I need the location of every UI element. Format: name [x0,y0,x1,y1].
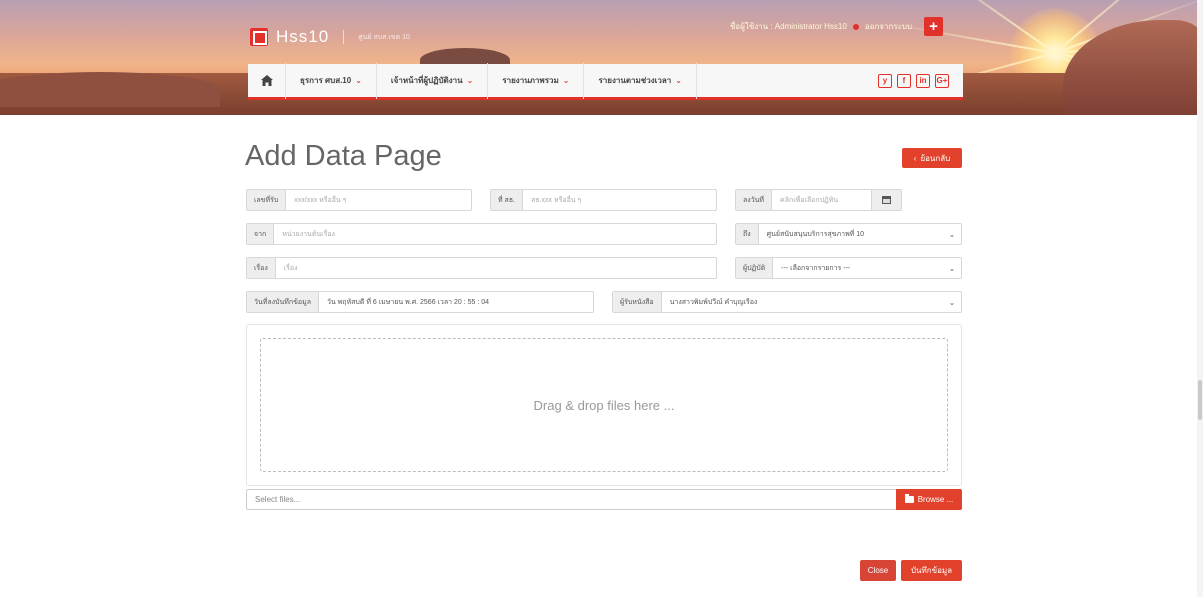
ref-no-label: ที่ สธ. [491,190,524,210]
receive-no-field: เลขที่รับ xxx/xxx หรืออื่น ๆ [246,189,472,211]
to-label: ถึง [736,224,759,244]
rock-graphic [0,72,220,107]
date-label: ลงวันที่ [736,190,773,210]
add-button[interactable]: + [924,17,944,36]
officer-select[interactable]: --- เลือกจากรายการ --- [773,258,943,278]
social-links: y f in G+ [878,73,963,88]
brand-divider [343,30,345,44]
file-dropzone[interactable]: Drag & drop files here ... [260,338,948,472]
calendar-icon [882,196,891,204]
folder-open-icon [904,494,914,503]
browse-button-label: Browse ... [917,495,954,504]
close-button[interactable]: Close [860,560,896,581]
nav-item-overview-report[interactable]: รายงานภาพรวม ⌄ [488,62,585,99]
to-field[interactable]: ถึง ศูนย์สนับสนุนบริการสุขภาพที่ 10 ⌄ [735,223,962,245]
nav-home[interactable] [248,62,286,99]
ref-no-field: ที่ สธ. สธ.xxx หรืออื่น ๆ [490,189,717,211]
brand-subtitle: ศูนย์ สบส.เขต 10 [358,33,410,41]
logout-icon[interactable] [852,23,859,30]
save-button[interactable]: บันทึกข้อมูล [901,560,962,581]
ref-no-input[interactable]: สธ.xxx หรืออื่น ๆ [523,190,716,210]
upload-panel: Drag & drop files here ... [246,324,962,486]
officer-label: ผู้ปฏิบัติ [736,258,774,278]
file-caption-text: Select files... [255,495,301,504]
home-icon [260,75,273,86]
from-field: จาก หน่วยงานต้นเรื่อง [246,223,717,245]
subject-input[interactable]: เรื่อง [276,258,716,278]
header-banner: Hss10 ศูนย์ สบส.เขต 10 ชื่อผู้ใช้งาน : A… [0,0,1203,115]
receiver-field[interactable]: ผู้รับหนังสือ นางสาวพิมพ์ปวีณ์ คำบุญเรือ… [612,291,962,313]
file-caption-input[interactable]: Select files... [246,489,896,510]
date-input[interactable]: คลิกเพื่อเลือกปฏิทิน [772,190,871,210]
chevron-left-icon: ‹ [913,153,917,163]
officer-field[interactable]: ผู้ปฏิบัติ --- เลือกจากรายการ --- ⌄ [735,257,962,279]
dropzone-text: Drag & drop files here ... [533,397,675,413]
chevron-down-icon: ⌄ [675,76,682,85]
nav-item-label: ธุรการ ศบส.10 [300,76,352,85]
brand-name: Hss10 [276,27,330,46]
brand-logo-icon [250,28,268,46]
page-title: Add Data Page [245,140,442,172]
linkedin-icon[interactable]: in [916,73,930,88]
date-field: ลงวันที่ คลิกเพื่อเลือกปฏิทิน [735,189,902,211]
record-date-label: วันที่ลงบันทึกข้อมูล [247,292,320,312]
back-button-label: ย้อนกลับ [920,153,951,163]
record-date-field: วันที่ลงบันทึกข้อมูล วัน พฤหัสบดี ที่ 6 … [246,291,594,313]
user-label: ชื่อผู้ใช้งาน : Administrator Hss10 [730,22,847,31]
page-scrollbar[interactable] [1197,0,1203,597]
nav-item-period-report[interactable]: รายงานตามช่วงเวลา ⌄ [584,62,697,99]
twitter-icon[interactable]: y [878,73,892,88]
receive-no-label: เลขที่รับ [247,190,287,210]
chevron-down-icon: ⌄ [466,76,474,85]
subject-label: เรื่อง [247,258,276,278]
subject-field: เรื่อง เรื่อง [246,257,717,279]
record-date-value: วัน พฤหัสบดี ที่ 6 เมษายน พ.ศ. 2566 เวลา… [327,298,490,306]
facebook-icon[interactable]: f [897,73,911,88]
receive-no-input[interactable]: xxx/xxx หรืออื่น ๆ [286,190,471,210]
nav-item-admin[interactable]: ธุรการ ศบส.10 ⌄ [286,62,377,99]
chevron-down-icon: ⌄ [948,229,956,239]
google-plus-icon[interactable]: G+ [935,73,949,88]
main-navbar: ธุรการ ศบส.10 ⌄ เจ้าหน้าที่ผู้ปฏิบัติงาน… [248,62,963,100]
browse-button[interactable]: Browse ... [896,489,962,510]
brand[interactable]: Hss10 ศูนย์ สบส.เขต 10 [250,26,410,48]
logout-link[interactable]: ออกจากระบบ [865,20,912,33]
nav-item-staff[interactable]: เจ้าหน้าที่ผู้ปฏิบัติงาน ⌄ [377,62,489,99]
chevron-down-icon: ⌄ [948,297,956,307]
scrollbar-thumb[interactable] [1198,380,1202,420]
receiver-select[interactable]: นางสาวพิมพ์ปวีณ์ คำบุญเรือง [662,292,943,312]
file-input-row: Select files... Browse ... [246,489,962,510]
nav-item-label: เจ้าหน้าที่ผู้ปฏิบัติงาน [390,76,463,85]
to-select[interactable]: ศูนย์สนับสนุนบริการสุขภาพที่ 10 [759,224,943,244]
chevron-down-icon: ⌄ [355,76,362,85]
back-button[interactable]: ‹ ย้อนกลับ [902,148,962,168]
calendar-button[interactable] [871,190,901,210]
chevron-down-icon: ⌄ [948,263,956,273]
nav-item-label: รายงานตามช่วงเวลา [598,76,672,85]
from-label: จาก [247,224,275,244]
user-bar: ชื่อผู้ใช้งาน : Administrator Hss10 ออกจ… [730,17,944,36]
nav-item-label: รายงานภาพรวม [502,76,559,85]
from-input[interactable]: หน่วยงานต้นเรื่อง [274,224,716,244]
receiver-label: ผู้รับหนังสือ [613,292,662,312]
chevron-down-icon: ⌄ [562,76,570,85]
